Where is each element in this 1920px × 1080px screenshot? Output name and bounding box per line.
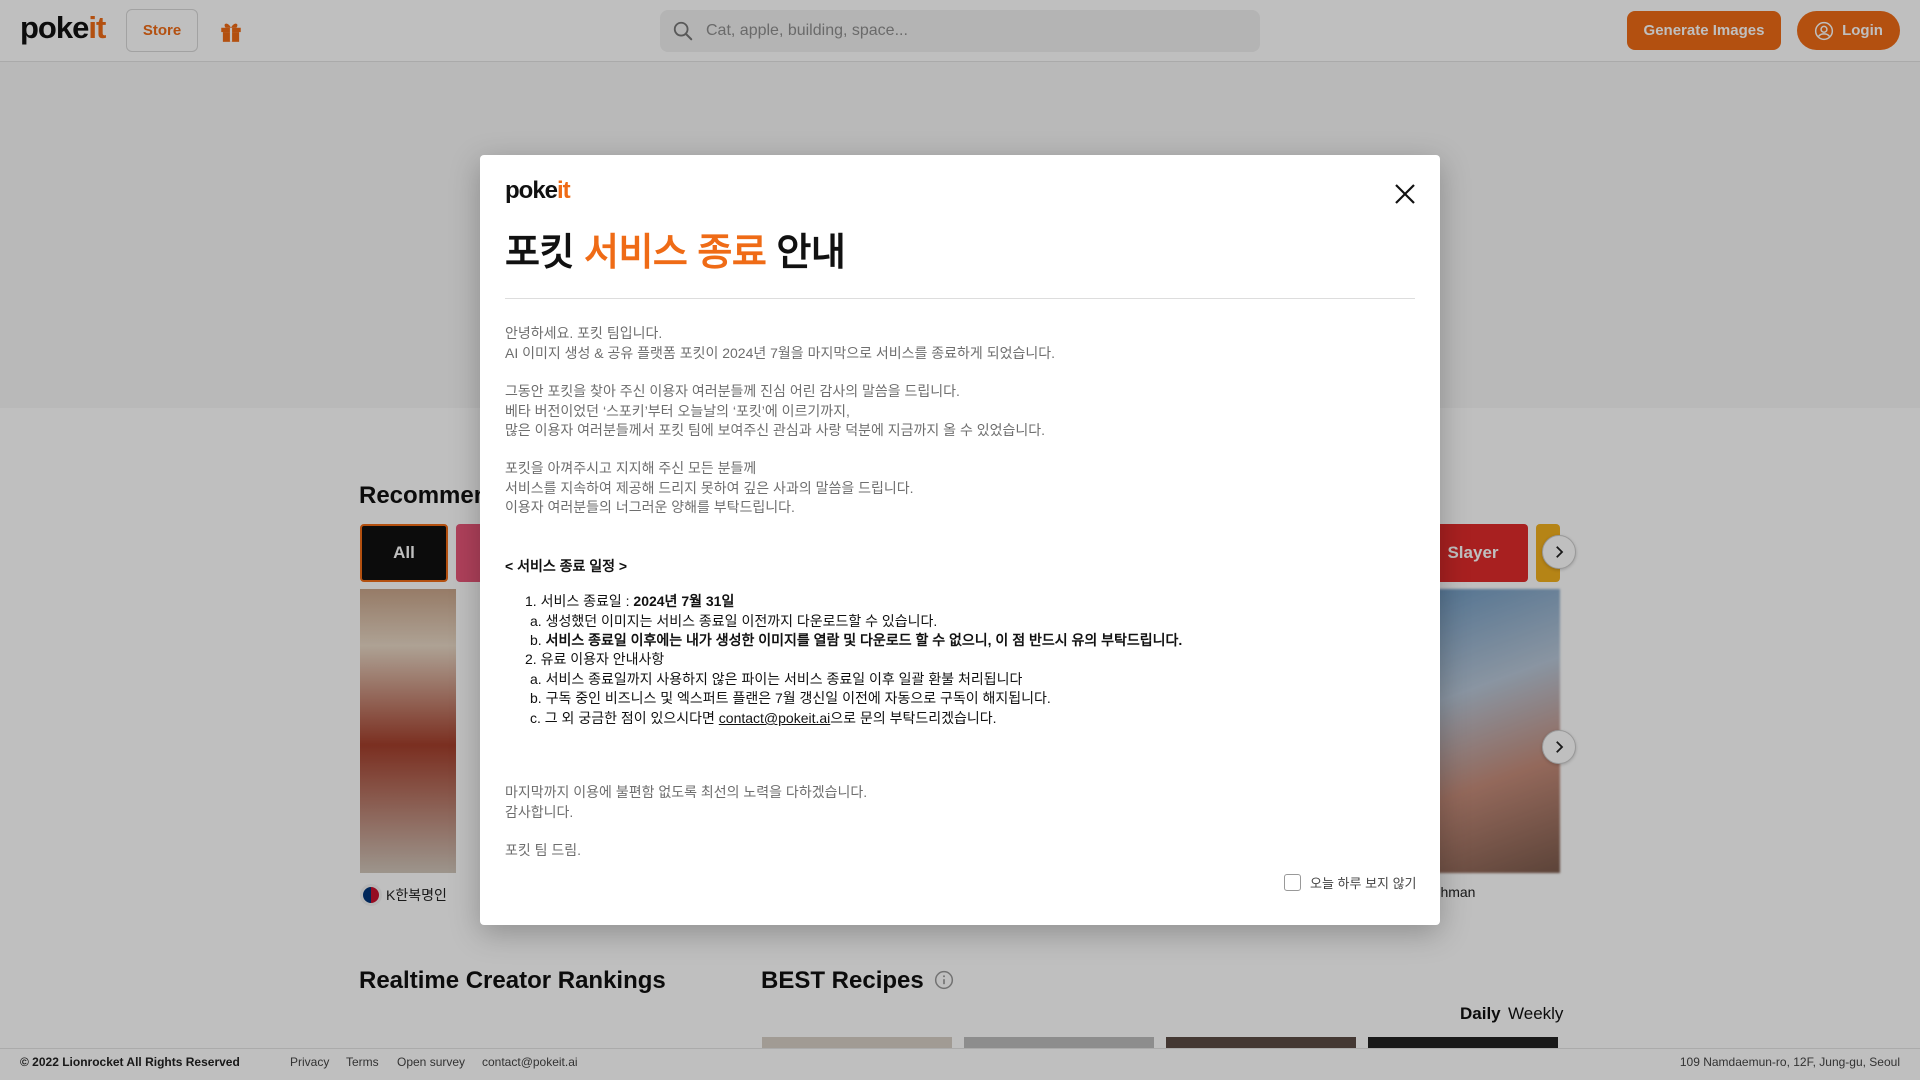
modal-title: 포킷 서비스 종료 안내 — [505, 232, 846, 274]
close-icon — [1395, 184, 1415, 204]
schedule-item-2a: a. 서비스 종료일까지 사용하지 않은 파이는 서비스 종료일 이후 일괄 환… — [530, 671, 1023, 687]
greeting-paragraph: 안녕하세요. 포킷 팀입니다. AI 이미지 생성 & 공유 플랫폼 포킷이 2… — [505, 325, 1055, 361]
schedule-item-1: 1. 서비스 종료일 : 2024년 7월 31일 — [525, 593, 735, 609]
closing-paragraph: 마지막까지 이용에 불편함 없도록 최선의 노력을 다하겠습니다. 감사합니다. — [505, 784, 868, 820]
schedule-item-2c: c. 그 외 궁금한 점이 있으시다면 contact@pokeit.ai으로 … — [530, 710, 997, 726]
service-end-notice-modal: pokeit 포킷 서비스 종료 안내 안녕하세요. 포킷 팀입니다. AI 이… — [480, 155, 1440, 925]
apology-paragraph: 포킷을 아껴주시고 지지해 주신 모든 분들께 서비스를 지속하여 제공해 드리… — [505, 460, 914, 515]
hide-today-checkbox[interactable] — [1284, 874, 1301, 891]
signature: 포킷 팀 드림. — [505, 842, 582, 858]
contact-email-link[interactable]: contact@pokeit.ai — [719, 710, 831, 726]
schedule-item-2b: b. 구독 중인 비즈니스 및 엑스퍼트 플랜은 7월 갱신일 이전에 자동으로… — [530, 690, 1051, 706]
thanks-paragraph: 그동안 포킷을 찾아 주신 이용자 여러분들께 진심 어린 감사의 말씀을 드립… — [505, 383, 1046, 438]
schedule-item-1a: a. 생성했던 이미지는 서비스 종료일 이전까지 다운로드할 수 있습니다. — [530, 613, 938, 629]
schedule-title: < 서비스 종료 일정 > — [505, 558, 628, 574]
close-button[interactable] — [1391, 180, 1419, 208]
schedule-item-2: 2. 유료 이용자 안내사항 — [525, 651, 665, 667]
hide-today-toggle[interactable]: 오늘 하루 보지 않기 — [1284, 873, 1417, 892]
hide-today-label: 오늘 하루 보지 않기 — [1310, 876, 1417, 891]
modal-logo: pokeit — [505, 177, 571, 204]
schedule-item-1b: b. 서비스 종료일 이후에는 내가 생성한 이미지를 열람 및 다운로드 할 … — [530, 632, 1183, 648]
divider — [505, 298, 1415, 299]
